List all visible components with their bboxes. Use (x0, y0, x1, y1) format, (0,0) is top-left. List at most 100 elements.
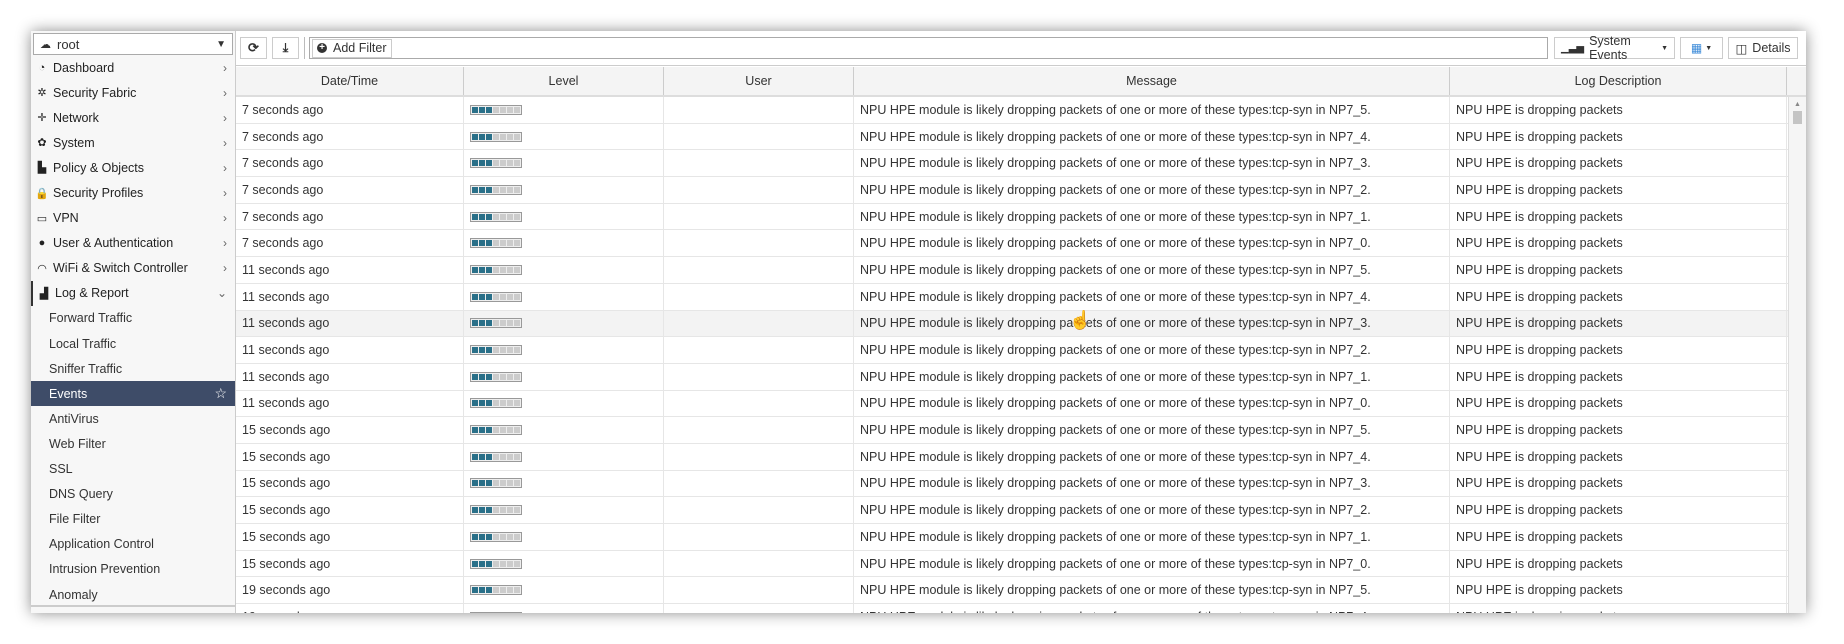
sidebar-subitem-sniffer-traffic[interactable]: Sniffer Traffic (31, 356, 235, 381)
sidebar-subitem-ssl[interactable]: SSL (31, 457, 235, 482)
vdom-label: root (57, 36, 80, 52)
sidebar-subitem-forward-traffic[interactable]: Forward Traffic (31, 306, 235, 331)
cell-user (664, 524, 854, 550)
sidebar-item-network[interactable]: ✛ Network › (31, 105, 235, 130)
sidebar-subitem-events[interactable]: Events ☆ (31, 381, 235, 407)
cell-datetime: 19 seconds ago (236, 577, 464, 604)
column-header-level[interactable]: Level (464, 67, 664, 95)
cell-user (664, 283, 854, 310)
filter-input[interactable]: + Add Filter (309, 37, 1548, 59)
sidebar-item-vpn[interactable]: ▭ VPN › (31, 206, 235, 231)
gear-icon: ✿ (37, 137, 47, 150)
log-type-dropdown[interactable]: ▁▃▅ System Events ▼ (1554, 34, 1675, 62)
column-header-date-time[interactable]: Date/Time (236, 67, 464, 95)
sidebar-subitem-dns-query[interactable]: DNS Query (31, 482, 235, 507)
chevron-right-icon: › (223, 186, 227, 201)
sidebar-subitem-application-control[interactable]: Application Control (31, 532, 235, 557)
table-row[interactable]: 15 seconds ago NPU HPE module is likely d… (236, 470, 1806, 498)
table-row[interactable]: 11 seconds ago NPU HPE module is likely d… (236, 283, 1806, 311)
sidebar-item-security-profiles[interactable]: 🔒 Security Profiles › (31, 180, 235, 205)
vdom-selector[interactable]: ☁ root ▼ (33, 33, 233, 55)
cell-message: NPU HPE module is likely dropping packet… (854, 363, 1450, 390)
sidebar-item-wifi-switch-controller[interactable]: ◠ WiFi & Switch Controller › (31, 256, 235, 281)
table-row[interactable]: 7 seconds ago NPU HPE module is likely dr… (236, 97, 1806, 124)
cell-level (464, 230, 664, 257)
cell-message: NPU HPE module is likely dropping packet… (854, 497, 1450, 523)
sidebar-subitem-label: Events (49, 386, 88, 401)
table-row[interactable]: 19 seconds ago NPU HPE module is likely d… (236, 577, 1806, 605)
cell-level (464, 604, 664, 613)
sidebar-subitem-label: Intrusion Prevention (49, 562, 161, 577)
cell-message: NPU HPE module is likely dropping packet… (854, 203, 1450, 230)
table-row[interactable]: 11 seconds ago NPU HPE module is likely d… (236, 257, 1806, 284)
add-filter-button[interactable]: + Add Filter (312, 38, 392, 58)
cell-user (664, 497, 854, 523)
sidebar-subitem-anomaly[interactable]: Anomaly (31, 582, 235, 607)
security-fabric-device-icon: ▦ (1690, 41, 1703, 55)
cell-message: NPU HPE module is likely dropping packet… (854, 550, 1450, 577)
sidebar-item-security-fabric[interactable]: ✲ Security Fabric › (31, 80, 235, 105)
sidebar-item-system[interactable]: ✿ System › (31, 130, 235, 155)
sidebar-item-log-report[interactable]: ▟ Log & Report ⌄ (31, 280, 235, 306)
sidebar-item-label: User & Authentication (53, 236, 174, 251)
column-header-user[interactable]: User (664, 67, 854, 95)
cell-message: NPU HPE module is likely dropping packet… (854, 283, 1450, 310)
sidebar-subitem-label: Sniffer Traffic (49, 361, 123, 376)
table-row[interactable]: 7 seconds ago NPU HPE module is likely dr… (236, 230, 1806, 258)
table-row[interactable]: 15 seconds ago NPU HPE module is likely d… (236, 443, 1806, 471)
favorite-star-icon[interactable]: ☆ (214, 385, 227, 402)
sidebar-item-label: Security Profiles (53, 186, 144, 201)
cell-user (664, 123, 854, 150)
security-fabric-icon: ✲ (37, 87, 47, 100)
table-row[interactable]: 15 seconds ago NPU HPE module is likely d… (236, 524, 1806, 551)
cell-log-description: NPU HPE is dropping packets (1450, 230, 1787, 257)
column-header-log-description[interactable]: Log Description (1450, 67, 1787, 95)
sidebar-subitem-file-filter[interactable]: File Filter (31, 507, 235, 532)
scrollbar-thumb[interactable] (1793, 111, 1802, 124)
cell-user (664, 443, 854, 470)
column-header-message[interactable]: Message (854, 67, 1450, 95)
sidebar-subitem-antivirus[interactable]: AntiVirus (31, 406, 235, 431)
sidebar-subitem-local-traffic[interactable]: Local Traffic (31, 331, 235, 356)
download-button[interactable]: ⤓ (272, 37, 299, 59)
chevron-right-icon: › (223, 236, 227, 251)
cell-user (664, 203, 854, 230)
sidebar-item-dashboard[interactable]: ◔ Dashboard › (31, 55, 235, 80)
table-row[interactable]: 15 seconds ago NPU HPE module is likely d… (236, 497, 1806, 524)
cell-user (664, 150, 854, 177)
cell-log-description: NPU HPE is dropping packets (1450, 310, 1787, 337)
sidebar-subitem-intrusion-prevention[interactable]: Intrusion Prevention (31, 557, 235, 582)
details-button[interactable]: ◫ Details (1728, 37, 1798, 59)
level-bar (470, 104, 522, 115)
table-row[interactable]: 19 seconds ago NPU HPE module is likely d… (236, 604, 1806, 613)
sidebar-subitem-web-filter[interactable]: Web Filter (31, 431, 235, 456)
level-bar (470, 531, 522, 542)
cell-log-description: NPU HPE is dropping packets (1450, 524, 1787, 550)
cell-datetime: 15 seconds ago (236, 524, 464, 550)
table-row[interactable]: 15 seconds ago NPU HPE module is likely d… (236, 550, 1806, 578)
table-row[interactable]: 7 seconds ago NPU HPE module is likely dr… (236, 150, 1806, 178)
table-row[interactable]: 7 seconds ago NPU HPE module is likely dr… (236, 123, 1806, 151)
cell-user (664, 577, 854, 604)
table-row[interactable]: 11 seconds ago NPU HPE module is likely d… (236, 310, 1806, 338)
table-row[interactable]: 15 seconds ago NPU HPE module is likely d… (236, 417, 1806, 444)
table-row[interactable]: 11 seconds ago NPU HPE module is likely d… (236, 390, 1806, 418)
device-dropdown[interactable]: ▦ ▼ (1680, 37, 1723, 59)
cell-user (664, 604, 854, 613)
sidebar-item-label: Network (53, 110, 99, 125)
vertical-scrollbar[interactable]: ▲ (1788, 97, 1806, 613)
cell-user (664, 417, 854, 443)
cell-message: NPU HPE module is likely dropping packet… (854, 150, 1450, 177)
table-row[interactable]: 7 seconds ago NPU HPE module is likely dr… (236, 177, 1806, 204)
table-row[interactable]: 7 seconds ago NPU HPE module is likely dr… (236, 203, 1806, 231)
level-bar (470, 345, 522, 356)
scroll-up-icon[interactable]: ▲ (1789, 101, 1806, 108)
sidebar-item-policy-objects[interactable]: ▙ Policy & Objects › (31, 155, 235, 180)
refresh-button[interactable]: ⟳ (240, 37, 267, 59)
table-row[interactable]: 11 seconds ago NPU HPE module is likely d… (236, 337, 1806, 364)
sidebar-item-user-authentication[interactable]: ● User & Authentication › (31, 231, 235, 256)
sidebar-nav: ◔ Dashboard › ✲ Security Fabric › ✛ Network › ✿ Sy… (31, 55, 235, 607)
table-row[interactable]: 11 seconds ago NPU HPE module is likely d… (236, 363, 1806, 391)
sidebar: ☁ root ▼ ◔ Dashboard › ✲ Security Fabric › ✛ Ne… (31, 31, 236, 613)
chevron-right-icon: › (223, 211, 227, 226)
